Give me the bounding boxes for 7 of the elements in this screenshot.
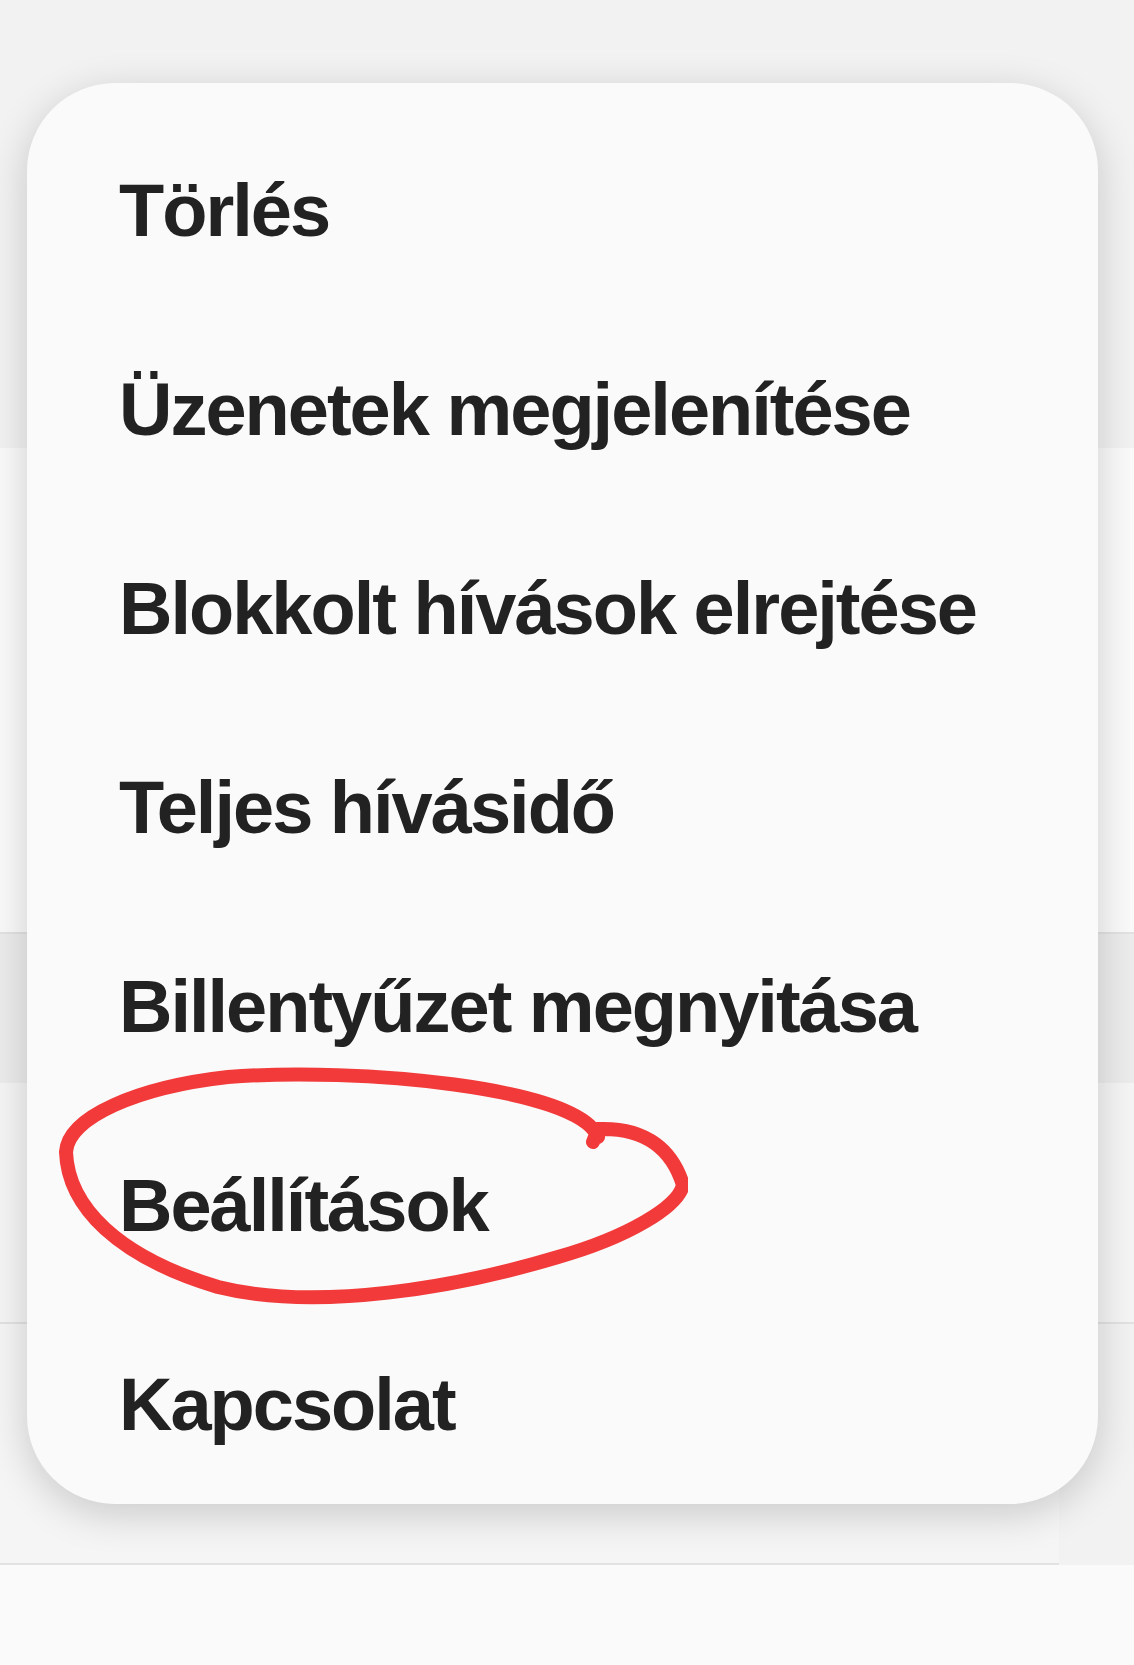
menu-item[interactable]: Kapcsolat	[27, 1305, 1098, 1504]
menu-item[interactable]: Teljes hívásidő	[27, 708, 1098, 907]
menu-item[interactable]: Törlés	[27, 111, 1098, 310]
menu-item[interactable]: Beállítások	[27, 1106, 1098, 1305]
menu-item[interactable]: Üzenetek megjelenítése	[27, 310, 1098, 509]
menu-item[interactable]: Blokkolt hívások elrejtése	[27, 509, 1098, 708]
menu-item[interactable]: Billentyűzet megnyitása	[27, 907, 1098, 1106]
